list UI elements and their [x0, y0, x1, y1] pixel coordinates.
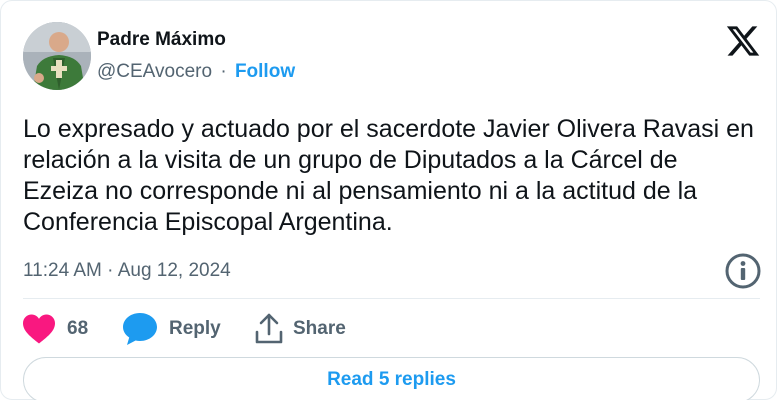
- author-handle-row: @CEAvocero · Follow: [97, 61, 295, 83]
- heart-icon: [21, 313, 57, 345]
- info-icon[interactable]: [723, 251, 763, 291]
- separator-dot: ·: [220, 61, 227, 82]
- divider: [23, 298, 760, 299]
- x-logo-icon[interactable]: [725, 23, 761, 59]
- author-handle[interactable]: @CEAvocero: [97, 61, 212, 82]
- share-button[interactable]: Share: [253, 309, 346, 349]
- tweet-timestamp[interactable]: 11:24 AM · Aug 12, 2024: [23, 260, 231, 282]
- read-replies-button[interactable]: Read 5 replies: [23, 357, 760, 400]
- speech-bubble-icon: [121, 311, 159, 347]
- author-name[interactable]: Padre Máximo: [97, 29, 226, 51]
- reply-button[interactable]: Reply: [121, 309, 221, 349]
- share-icon: [253, 312, 285, 346]
- share-label: Share: [293, 318, 346, 339]
- avatar[interactable]: [23, 22, 91, 90]
- follow-button[interactable]: Follow: [235, 61, 295, 82]
- reply-label: Reply: [169, 318, 221, 339]
- like-count: 68: [67, 318, 89, 339]
- tweet-text: Lo expresado y actuado por el sacerdote …: [23, 115, 754, 236]
- like-button[interactable]: 68: [21, 309, 88, 349]
- tweet-card: Padre Máximo @CEAvocero · Follow Lo expr…: [0, 0, 777, 400]
